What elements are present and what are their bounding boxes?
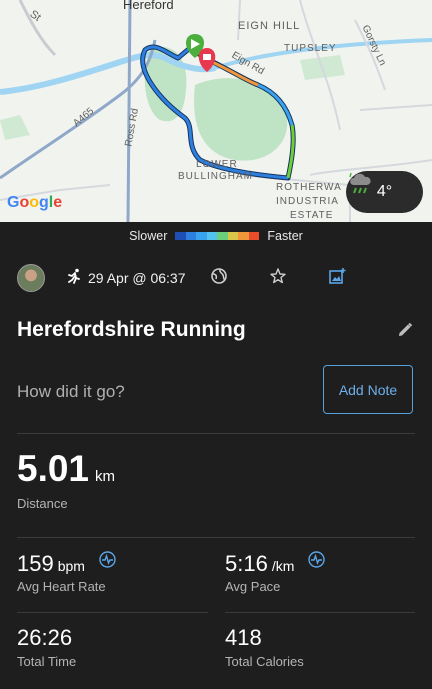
globe-icon[interactable] <box>210 267 228 285</box>
heart-rate-chart-icon[interactable] <box>99 551 116 568</box>
add-note-button[interactable]: Add Note <box>323 365 413 414</box>
distance-stat: 5.01 km <box>17 448 115 490</box>
map-label-lower: LOWER <box>196 159 238 170</box>
add-photo-icon[interactable] <box>328 267 346 285</box>
total-calories-value: 418 <box>225 625 262 650</box>
heart-rate-stat: 159 bpm <box>17 551 85 577</box>
heart-rate-value: 159 <box>17 551 54 576</box>
map-label-industrial: INDUSTRIA <box>276 196 339 207</box>
map-label-rotherwas: ROTHERWA <box>276 182 342 193</box>
distance-unit: km <box>95 468 116 485</box>
distance-value: 5.01 <box>17 448 90 489</box>
heart-rate-label: Avg Heart Rate <box>17 579 106 594</box>
running-icon <box>68 268 80 284</box>
total-time-value: 26:26 <box>17 625 73 650</box>
how-did-it-go-prompt: How did it go? <box>17 382 125 401</box>
pace-chart-icon[interactable] <box>308 551 325 568</box>
map-label-hereford: Hereford <box>123 0 174 12</box>
pace-stat: 5:16/km <box>225 551 294 577</box>
distance-label: Distance <box>17 496 68 511</box>
google-logo-letter: g <box>39 194 49 211</box>
edit-pencil-icon[interactable] <box>397 322 413 338</box>
divider <box>17 537 415 538</box>
divider <box>225 612 415 613</box>
legend-color-bar <box>175 232 260 240</box>
pace-legend: Slower Faster <box>0 222 432 250</box>
activity-title: Herefordshire Running <box>17 318 246 341</box>
star-icon[interactable] <box>269 267 287 285</box>
pace-unit: /km <box>271 558 295 574</box>
avatar[interactable] <box>17 264 45 292</box>
activity-meta-row: 29 Apr @ 06:37 <box>17 262 417 292</box>
legend-slower-label: Slower <box>129 229 168 243</box>
google-logo-letter: o <box>19 194 30 211</box>
heart-rate-unit: bpm <box>57 558 85 574</box>
route-map[interactable]: Hereford St EIGN HILL TUPSLEY Gorsty Ln … <box>0 0 432 222</box>
map-label-estate: ESTATE <box>290 210 334 221</box>
weather-chip[interactable]: 4° <box>346 171 423 213</box>
legend-faster-label: Faster <box>267 229 303 243</box>
google-logo-letter: o <box>29 194 40 211</box>
map-label-eign-hill: EIGN HILL <box>238 20 301 32</box>
total-calories-label: Total Calories <box>225 654 304 669</box>
google-logo: Google <box>7 194 62 212</box>
pace-label: Avg Pace <box>225 579 281 594</box>
pace-value: 5:16 <box>225 551 268 576</box>
divider <box>17 612 208 613</box>
divider <box>17 433 415 434</box>
google-logo-letter: e <box>53 194 63 211</box>
weather-temperature: 4° <box>376 183 393 200</box>
map-label-bullingham: BULLINGHAM <box>178 171 254 182</box>
cloud-rain-icon <box>349 172 371 194</box>
total-time-label: Total Time <box>17 654 77 669</box>
google-logo-letter: G <box>7 194 20 211</box>
activity-date: 29 Apr @ 06:37 <box>88 270 186 286</box>
map-label-tupsley: TUPSLEY <box>284 43 337 54</box>
